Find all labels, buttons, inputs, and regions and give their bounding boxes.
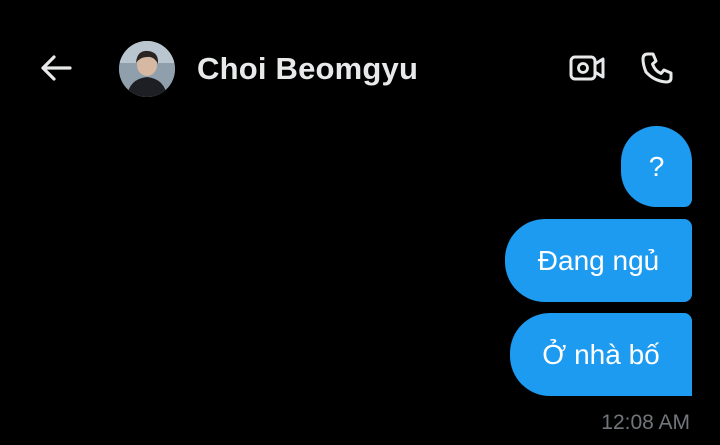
arrow-left-icon [41,55,72,81]
message-text: Đang ngủ [537,244,660,276]
message-text: ? [648,150,665,182]
back-button[interactable] [36,48,76,88]
message-bubble[interactable]: ? [621,126,692,207]
chat-header: Choi Beomgyu [0,0,720,125]
message-bubble[interactable]: Đang ngủ [505,219,692,302]
video-camera-icon [569,55,605,81]
contact-name[interactable]: Choi Beomgyu [197,51,418,87]
profile-photo [119,41,175,97]
message-text: Ở nhà bố [542,338,660,370]
message-timestamp: 12:08 AM [601,411,690,434]
phone-icon [641,52,673,84]
message-bubble[interactable]: Ở nhà bố [510,313,692,396]
video-call-button[interactable] [566,48,608,88]
voice-call-button[interactable] [636,48,678,88]
avatar[interactable] [119,41,175,97]
